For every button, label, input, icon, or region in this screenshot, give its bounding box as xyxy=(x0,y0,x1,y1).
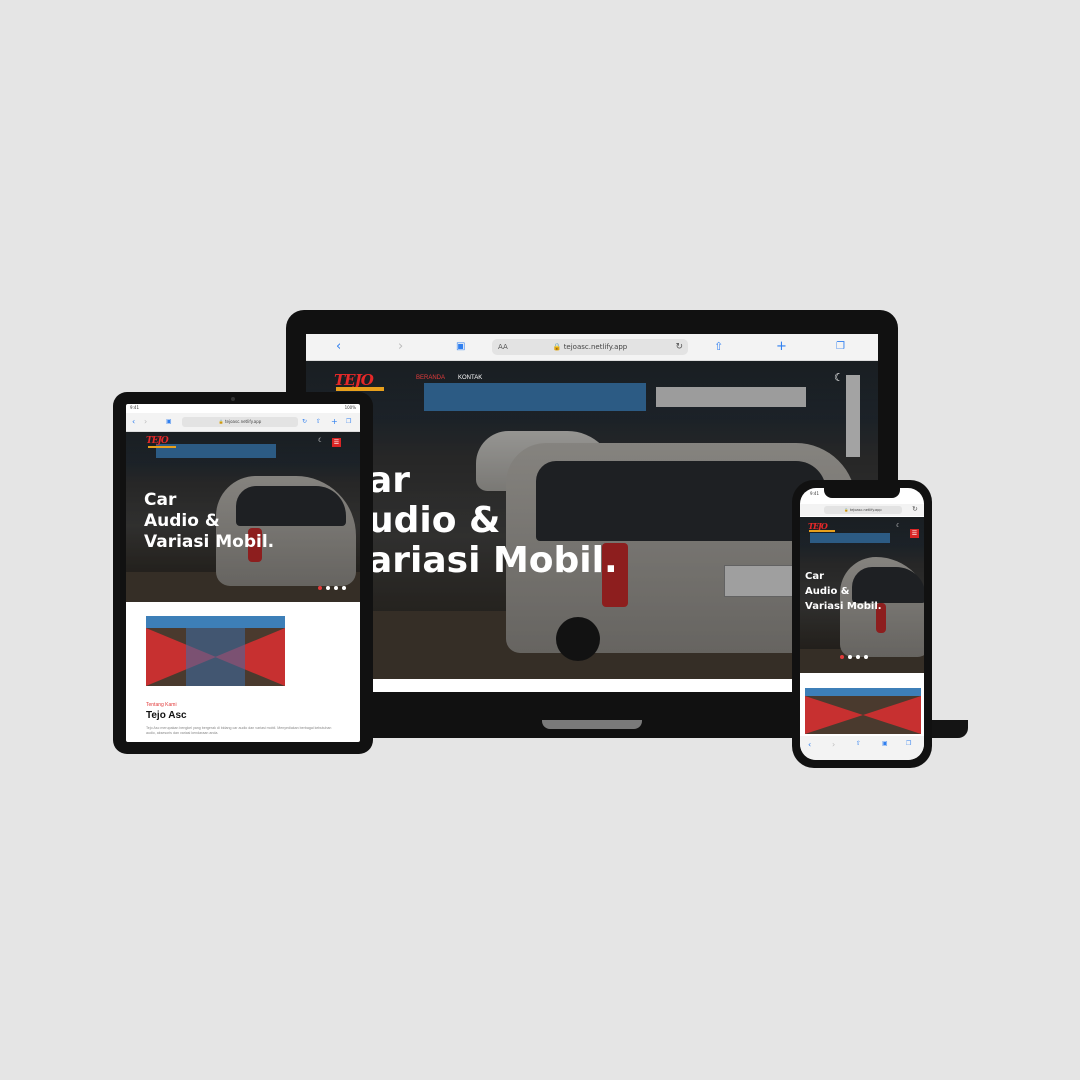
book-icon[interactable]: ▣ xyxy=(166,417,172,426)
laptop-address-bar[interactable]: AA 🔒 tejoasc.netlify.app ↻ xyxy=(492,339,688,355)
about-body: Tejo Asc merupakan bengkel yang bergerak… xyxy=(146,726,332,735)
hero-title-line: Car xyxy=(144,490,177,510)
phone-address-bar[interactable]: 🔒 tejoasc.netlify.app ↻ xyxy=(800,504,924,516)
phone-hero: TEJO ☾ ☰ Car Audio & Variasi Mobil. xyxy=(800,517,924,673)
slider-dot[interactable] xyxy=(840,655,844,659)
chevron-right-icon[interactable]: › xyxy=(144,417,147,426)
book-icon[interactable]: ▣ xyxy=(882,740,888,747)
slider-dots xyxy=(840,655,868,659)
slider-dots xyxy=(318,586,346,590)
tabs-icon[interactable]: ❐ xyxy=(836,339,845,355)
chevron-right-icon[interactable]: › xyxy=(398,339,403,355)
tablet-hero: TEJO ☾ ☰ Car Audio & Variasi Mobil. xyxy=(126,432,360,602)
chevron-left-icon[interactable]: ‹ xyxy=(336,339,341,355)
tabs-icon[interactable]: ❐ xyxy=(906,740,911,747)
phone-url-pill[interactable]: 🔒 tejoasc.netlify.app xyxy=(824,506,902,514)
about-label: Tentang Kami xyxy=(146,702,177,708)
laptop-browser-toolbar: ‹ › ▣ AA 🔒 tejoasc.netlify.app ↻ ⇧ + ❐ xyxy=(306,334,878,361)
theme-toggle-icon[interactable]: ☾ xyxy=(318,437,323,444)
tablet-address-bar[interactable]: 🔒 tejoasc.netlify.app xyxy=(182,417,298,427)
address-text: tejoasc.netlify.app xyxy=(224,419,262,424)
hero-title-line: Variasi Mobil. xyxy=(144,532,275,552)
reload-icon[interactable]: ↻ xyxy=(302,417,307,426)
status-battery: 100% xyxy=(344,405,356,410)
tablet-camera xyxy=(231,397,235,401)
hero-title-line: Audio & xyxy=(805,586,850,597)
tablet-screen: 9:41 100% ‹ › ▣ 🔒 tejoasc.netlify.app ↻ … xyxy=(126,404,360,742)
slider-dot[interactable] xyxy=(864,655,868,659)
slider-dot[interactable] xyxy=(856,655,860,659)
chevron-left-icon[interactable]: ‹ xyxy=(808,740,811,749)
logo-underline xyxy=(148,446,176,448)
lock-icon: 🔒 xyxy=(844,508,849,512)
reload-icon[interactable]: ↻ xyxy=(675,339,683,355)
slider-dot[interactable] xyxy=(334,586,338,590)
theme-toggle-icon[interactable]: ☾ xyxy=(896,523,900,529)
slider-dot[interactable] xyxy=(318,586,322,590)
slider-dot[interactable] xyxy=(326,586,330,590)
tablet-browser-toolbar: ‹ › ▣ 🔒 tejoasc.netlify.app ↻ ⇧ + ❐ xyxy=(126,413,360,432)
nav-kontak[interactable]: KONTAK xyxy=(458,375,482,381)
hero-title-line: Car xyxy=(805,571,825,582)
address-text: tejoasc.netlify.app xyxy=(563,343,628,351)
hero-title-line: Audio & xyxy=(144,511,220,531)
address-text: tejoasc.netlify.app xyxy=(849,508,882,512)
slider-dot[interactable] xyxy=(342,586,346,590)
chevron-left-icon[interactable]: ‹ xyxy=(132,417,135,426)
plus-icon[interactable]: + xyxy=(776,339,787,355)
shop-gate-right xyxy=(863,696,921,734)
hero-title: Car Audio & Variasi Mobil. xyxy=(805,569,882,614)
share-icon[interactable]: ⇧ xyxy=(856,740,861,747)
share-icon[interactable]: ⇧ xyxy=(714,339,723,355)
slider-dot[interactable] xyxy=(848,655,852,659)
shop-banner xyxy=(805,688,921,696)
theme-toggle-icon[interactable]: ☾ xyxy=(834,371,844,384)
phone-screen: 9:41 🔒 tejoasc.netlify.app ↻ TEJO ☾ ☰ Ca… xyxy=(800,488,924,760)
phone-browser-toolbar: ‹ › ⇧ ▣ ❐ xyxy=(800,736,924,760)
hero-title-line: udio & xyxy=(368,500,501,541)
shop-banner xyxy=(146,616,285,628)
hero-title-line: ar xyxy=(368,460,411,501)
hero-title: ar udio & ariasi Mobil. xyxy=(368,461,618,581)
hero-title-line: ariasi Mobil. xyxy=(368,540,618,581)
plus-icon[interactable]: + xyxy=(331,417,338,426)
status-time: 9:41 xyxy=(130,405,139,410)
laptop-notch xyxy=(542,720,642,729)
share-icon[interactable]: ⇧ xyxy=(316,417,321,426)
shop-gate-left xyxy=(805,696,863,734)
logo-underline xyxy=(809,530,835,532)
hero-title-line: Variasi Mobil. xyxy=(805,601,882,612)
hero-title: Car Audio & Variasi Mobil. xyxy=(144,490,274,553)
chevron-right-icon[interactable]: › xyxy=(832,740,835,749)
shop-gate-center xyxy=(186,628,245,686)
hamburger-icon[interactable]: ☰ xyxy=(910,529,919,538)
status-time: 9:41 xyxy=(810,491,819,496)
text-size-button[interactable]: AA xyxy=(498,339,508,355)
hamburger-icon[interactable]: ☰ xyxy=(332,438,341,447)
site-logo[interactable]: TEJO xyxy=(146,436,169,446)
lock-icon: 🔒 xyxy=(218,419,224,424)
shop-photo xyxy=(805,688,921,734)
about-title: Tejo Asc xyxy=(146,710,187,721)
reload-icon[interactable]: ↻ xyxy=(912,505,918,513)
tabs-icon[interactable]: ❐ xyxy=(346,417,351,426)
tablet-status-bar: 9:41 100% xyxy=(126,404,360,412)
lock-icon: 🔒 xyxy=(552,343,562,351)
phone-notch xyxy=(824,488,900,498)
shop-photo xyxy=(146,616,285,686)
logo-underline xyxy=(336,387,384,391)
book-icon[interactable]: ▣ xyxy=(456,339,465,355)
nav-beranda[interactable]: BERANDA xyxy=(416,375,445,381)
